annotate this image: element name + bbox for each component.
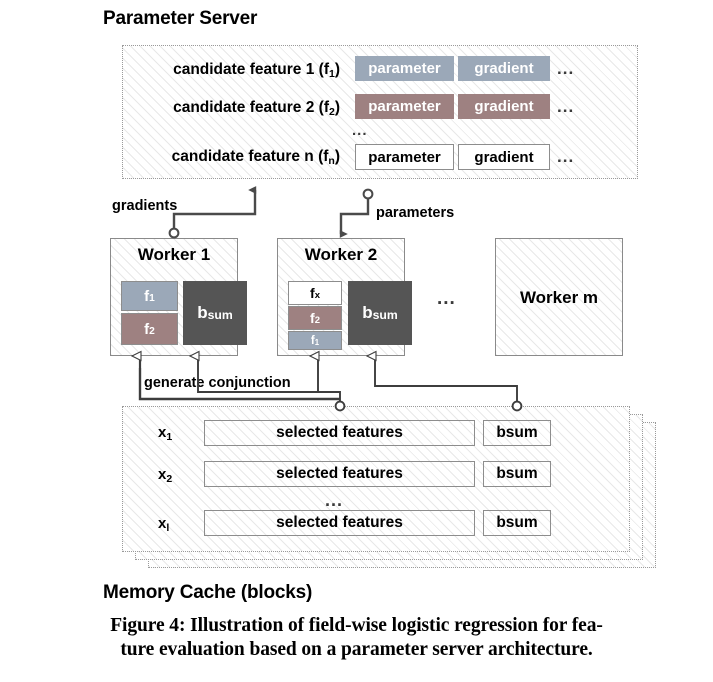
candidate-feature-row-n-label: candidate feature n (fn)	[130, 147, 340, 167]
feature-2-gradient-cell[interactable]: gradient	[458, 94, 550, 119]
memory-cache-row-2-bsum[interactable]: bsum	[483, 461, 551, 487]
figure-caption: Figure 4: Illustration of field-wise log…	[24, 614, 689, 662]
worker-m-title: Worker m	[519, 288, 599, 307]
workers-ellipsis: ...	[437, 288, 456, 309]
caption-line-2: ture evaluation based on a parameter ser…	[120, 638, 593, 660]
memory-cache-heading: Memory Cache (blocks)	[103, 582, 313, 603]
worker-1-bsum[interactable]: b sum	[183, 281, 247, 345]
memory-cache-row-1-label: x1	[158, 424, 173, 443]
worker1-bsum-name: b	[197, 303, 208, 322]
row2-label-suffix: )	[334, 99, 340, 116]
worker2-bsum-sub: sum	[372, 308, 398, 322]
memory-cache-row-1-bsum[interactable]: bsum	[483, 420, 551, 446]
figure-container: Parameter Server candidate feature 1 (f1…	[0, 0, 713, 682]
worker-1-feature-f2[interactable]: f2	[121, 313, 178, 345]
candidate-feature-row-1-label: candidate feature 1 (f1)	[130, 60, 340, 80]
mc-row2-label-sub: 2	[166, 473, 173, 485]
feature-2-parameter-cell[interactable]: parameter	[355, 94, 454, 119]
feature-1-parameter-cell[interactable]: parameter	[355, 56, 454, 81]
worker1-bsum-sub: sum	[207, 308, 233, 322]
worker-2-bsum[interactable]: b sum	[348, 281, 412, 345]
parameters-connector	[339, 188, 374, 238]
generate-conjunction-label: generate conjunction	[144, 375, 291, 391]
worker1-f1-sub: 1	[149, 292, 155, 304]
gradients-connector-endpoint	[168, 227, 180, 239]
worker-2-feature-f1[interactable]: f1	[288, 331, 342, 350]
caption-line-1: Figure 4: Illustration of field-wise log…	[110, 615, 603, 636]
worker2-f1-sub: 1	[314, 338, 320, 347]
row1-label-text: candidate feature 1 (f	[173, 61, 329, 78]
parameter-server-heading: Parameter Server	[103, 8, 258, 29]
worker-2-title: Worker 2	[304, 245, 378, 264]
mc-rowl-label-sub: l	[166, 522, 170, 534]
worker2-fx-sub: x	[314, 289, 320, 301]
feature-1-row-ellipsis: ...	[557, 59, 575, 78]
worker-1-title: Worker 1	[137, 245, 211, 264]
row2-label-sub: 2	[328, 106, 335, 118]
rown-label-text: candidate feature n (f	[171, 148, 329, 165]
memory-cache-row-l-bsum[interactable]: bsum	[483, 510, 551, 536]
rown-label-sub: n	[328, 155, 335, 167]
memory-cache-row-l-label: xl	[158, 515, 170, 534]
feature-1-gradient-cell[interactable]: gradient	[458, 56, 550, 81]
parameters-connector-label: parameters	[376, 205, 455, 221]
mc-row1-label-sub: 1	[166, 431, 173, 443]
worker-2-feature-fx[interactable]: fx	[288, 281, 342, 305]
worker-1-feature-f1[interactable]: f1	[121, 281, 178, 311]
candidate-feature-row-2-label: candidate feature 2 (f2)	[130, 98, 340, 118]
memory-cache-row-1-features[interactable]: selected features	[204, 420, 475, 446]
worker1-f2-sub: 2	[149, 325, 155, 337]
memory-cache-row-2-label: x2	[158, 466, 173, 485]
parameters-connector-endpoint	[362, 188, 374, 200]
worker2-bsum-name: b	[362, 303, 373, 322]
row2-label-text: candidate feature 2 (f	[173, 99, 329, 116]
gradients-connector-label: gradients	[112, 198, 178, 214]
feature-n-row-ellipsis: ...	[557, 147, 575, 166]
memory-cache-row-2-features[interactable]: selected features	[204, 461, 475, 487]
feature-n-parameter-cell[interactable]: parameter	[355, 144, 454, 170]
memory-cache-row-l-features[interactable]: selected features	[204, 510, 475, 536]
row1-label-suffix: )	[334, 61, 340, 78]
feature-n-gradient-cell[interactable]: gradient	[458, 144, 550, 170]
memory-cache-rows-ellipsis: ...	[325, 490, 344, 510]
worker2-f2-sub: 2	[314, 314, 320, 326]
row1-label-sub: 1	[328, 68, 335, 80]
feature-2-row-ellipsis: ...	[557, 97, 575, 116]
gradients-connector	[168, 186, 257, 239]
parameter-server-rows-ellipsis: ...	[352, 122, 368, 139]
worker-2-feature-f2[interactable]: f2	[288, 306, 342, 330]
rown-label-suffix: )	[334, 148, 340, 165]
bsum-connector	[375, 356, 523, 412]
